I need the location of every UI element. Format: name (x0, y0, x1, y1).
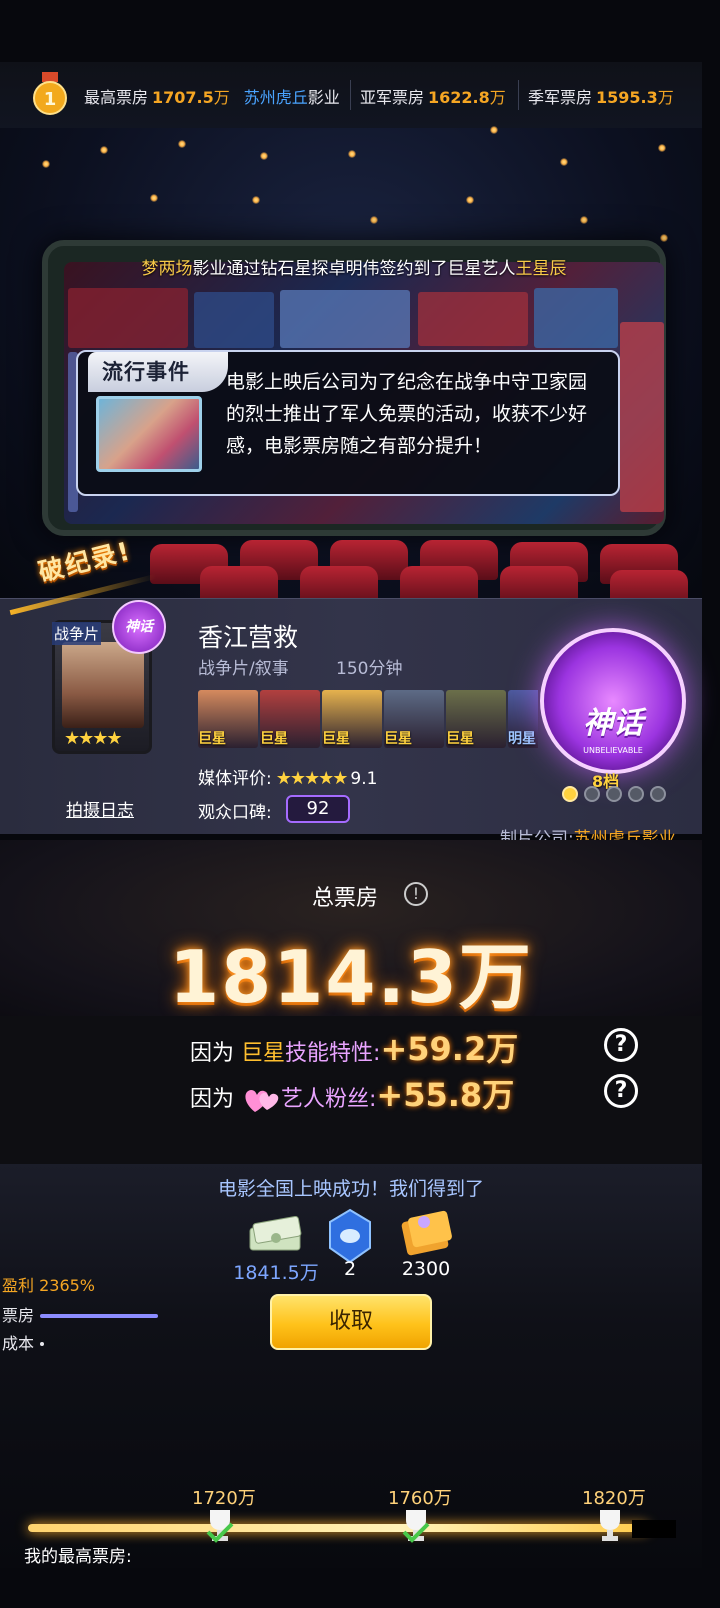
seat (610, 570, 688, 600)
cost-stat-bar (40, 1342, 44, 1346)
milestone-label: 1720万 (192, 1488, 256, 1509)
actor-portrait[interactable]: 巨星 (322, 690, 382, 748)
movie-card-portrait (62, 642, 144, 728)
ceiling-light (658, 144, 666, 152)
bonus-row: 因为 艺人粉丝:+55.8万 (190, 1076, 515, 1114)
movie-length: 150分钟 (336, 659, 403, 679)
ceiling-light (260, 152, 268, 160)
audience-label: 观众口碑: (198, 803, 272, 823)
seat (200, 566, 278, 600)
myth-mini-badge: 神话 (112, 600, 166, 654)
level-dot (606, 786, 622, 802)
box-office-stat-bar (40, 1314, 158, 1318)
collect-button[interactable]: 收取 (270, 1294, 432, 1350)
reward-money: 1841.5万 (233, 1262, 319, 1284)
actor-portrait[interactable]: 巨星 (384, 690, 444, 748)
ceiling-light (660, 234, 668, 242)
event-thumbnail (96, 396, 202, 472)
news-marquee: 梦两场影业通过钻石星探卓明伟签约到了巨星艺人王星辰 (141, 259, 567, 279)
myth-rank-subtitle: UNBELIEVABLE (583, 746, 643, 755)
ceiling-light (370, 216, 378, 224)
seat (400, 566, 478, 600)
money-icon (249, 1215, 302, 1251)
actor-tier-label: 巨星 (198, 731, 226, 747)
profit-label: 盈利 2365% (2, 1276, 96, 1295)
rating-stars: ★★★★★ (275, 768, 349, 789)
actor-tier-label: 巨星 (446, 731, 474, 747)
ticket-icon (401, 1210, 452, 1256)
total-box-office-label: 总票房 (312, 886, 379, 911)
milestone-progress-bar (28, 1524, 648, 1532)
poster-image (68, 288, 188, 348)
ceiling-light (178, 140, 186, 148)
actor-portrait[interactable]: 巨星 (198, 690, 258, 748)
level-dot (650, 786, 666, 802)
poster-image (418, 292, 528, 346)
ceiling-light (348, 150, 356, 158)
actor-list: 巨星 巨星 巨星 巨星 巨星 明星 (198, 690, 538, 750)
event-description: 电影上映后公司为了纪念在战争中守卫家园的烈士推出了军人免票的活动，收获不少好感，… (226, 371, 588, 457)
media-rating: 媒体评价: ★★★★★ 9.1 (198, 768, 378, 789)
audience-score: 92 (286, 795, 350, 823)
ranking-bar: 1 最高票房 1707.5万 苏州虎丘影业 亚军票房 1622.8万 季军票房 1595… (0, 62, 702, 128)
level-dot (628, 786, 644, 802)
seat (500, 566, 578, 600)
ceiling-light (100, 146, 108, 154)
reward-tickets: 2300 (401, 1258, 451, 1280)
actor-portrait[interactable]: 巨星 (446, 690, 506, 748)
actor-tier-label: 巨星 (384, 731, 412, 747)
total-box-office-value: 1814.3万 (169, 935, 533, 1019)
reward-message: 电影全国上映成功！我们得到了 (217, 1178, 484, 1200)
trophy-icon (402, 1510, 430, 1543)
bonus-row: 因为 巨星技能特性:+59.2万 (190, 1030, 519, 1068)
ceiling-light (490, 126, 498, 134)
poster-image (194, 292, 274, 348)
divider (350, 80, 351, 110)
svg-text:1: 1 (44, 89, 57, 110)
medal-icon: 1 (33, 72, 67, 115)
help-icon[interactable]: ? (604, 1028, 638, 1062)
card-genre-label: 战争片 (52, 622, 102, 645)
ceiling-light (42, 160, 50, 168)
redacted-box (632, 1520, 676, 1538)
poster-image (620, 322, 664, 512)
actor-tier-label: 明星 (508, 731, 536, 747)
shooting-log-link[interactable]: 拍摄日志 (66, 796, 134, 821)
ceiling-light (150, 194, 158, 202)
cost-stat-label: 成本 (2, 1334, 35, 1353)
seat (300, 566, 378, 600)
my-best-label: 我的最高票房: (24, 1547, 132, 1567)
best-box-office: 最高票房 1707.5万 苏州虎丘影业 (84, 88, 340, 107)
reward-gems: 2 (343, 1258, 357, 1280)
trophy-icon (206, 1510, 234, 1543)
info-icon[interactable]: ! (404, 882, 428, 906)
milestone-label: 1820万 (582, 1488, 646, 1509)
ceiling-light (466, 196, 474, 204)
box-office-stat-label: 票房 (2, 1306, 35, 1325)
level-dot (584, 786, 600, 802)
myth-rank-title: 神话 (583, 706, 643, 741)
second-box-office: 亚军票房 1622.8万 (360, 88, 506, 107)
third-box-office: 季军票房 1595.3万 (528, 88, 674, 107)
poster-image (280, 290, 410, 348)
gem-icon (329, 1208, 371, 1264)
event-title: 流行事件 (102, 360, 190, 384)
divider (518, 80, 519, 110)
trophy-icon (600, 1510, 620, 1541)
hearts-icon (245, 1090, 279, 1112)
milestone-label: 1760万 (388, 1488, 452, 1509)
actor-portrait[interactable]: 明星 (508, 690, 538, 748)
help-icon[interactable]: ? (604, 1074, 638, 1108)
movie-genre: 战争片/叙事 (198, 659, 289, 679)
actor-tier-label: 巨星 (322, 731, 350, 747)
ceiling-light (252, 196, 260, 204)
level-dot (562, 786, 578, 802)
actor-portrait[interactable]: 巨星 (260, 690, 320, 748)
card-stars: ★★★★ (64, 728, 123, 749)
ceiling-light (560, 158, 568, 166)
movie-title: 香江营救 (198, 623, 299, 652)
poster-image (534, 288, 618, 348)
actor-tier-label: 巨星 (260, 731, 288, 747)
ceiling-light (580, 216, 588, 224)
